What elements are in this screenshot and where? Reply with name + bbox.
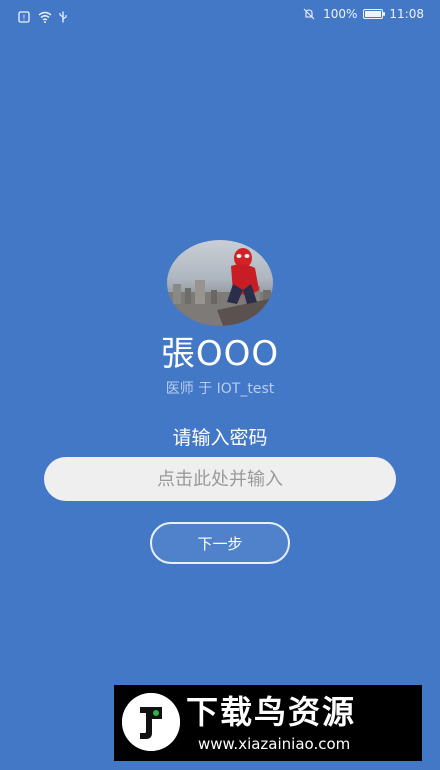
sim-icon: ! xyxy=(18,8,32,23)
watermark-title: 下载鸟资源 xyxy=(186,693,357,731)
password-prompt: 请输入密码 xyxy=(172,427,268,449)
battery-icon xyxy=(363,9,386,19)
bird-logo-icon xyxy=(122,693,180,751)
status-bar: ! 100% 11:08 xyxy=(0,0,440,30)
wifi-icon xyxy=(38,8,52,23)
clock-time: 11:08 xyxy=(389,7,424,21)
next-button[interactable]: 下一步 xyxy=(150,522,290,564)
battery-percent: 100% xyxy=(323,7,358,21)
user-role: 医师 于 IOT_test xyxy=(165,381,275,397)
status-right: 100% 11:08 xyxy=(303,7,424,21)
avatar[interactable] xyxy=(167,240,273,326)
mute-icon xyxy=(303,8,317,20)
avatar-image xyxy=(167,248,273,326)
svg-text:!: ! xyxy=(22,14,25,23)
watermark-url: www.xiazainiao.com xyxy=(198,735,351,753)
status-left: ! xyxy=(18,8,72,23)
watermark-banner: 下载鸟资源 www.xiazainiao.com xyxy=(114,685,422,761)
usb-icon xyxy=(58,8,72,23)
battery-level xyxy=(365,11,382,17)
password-input[interactable] xyxy=(44,457,396,501)
user-name: 張OOO xyxy=(160,334,280,374)
